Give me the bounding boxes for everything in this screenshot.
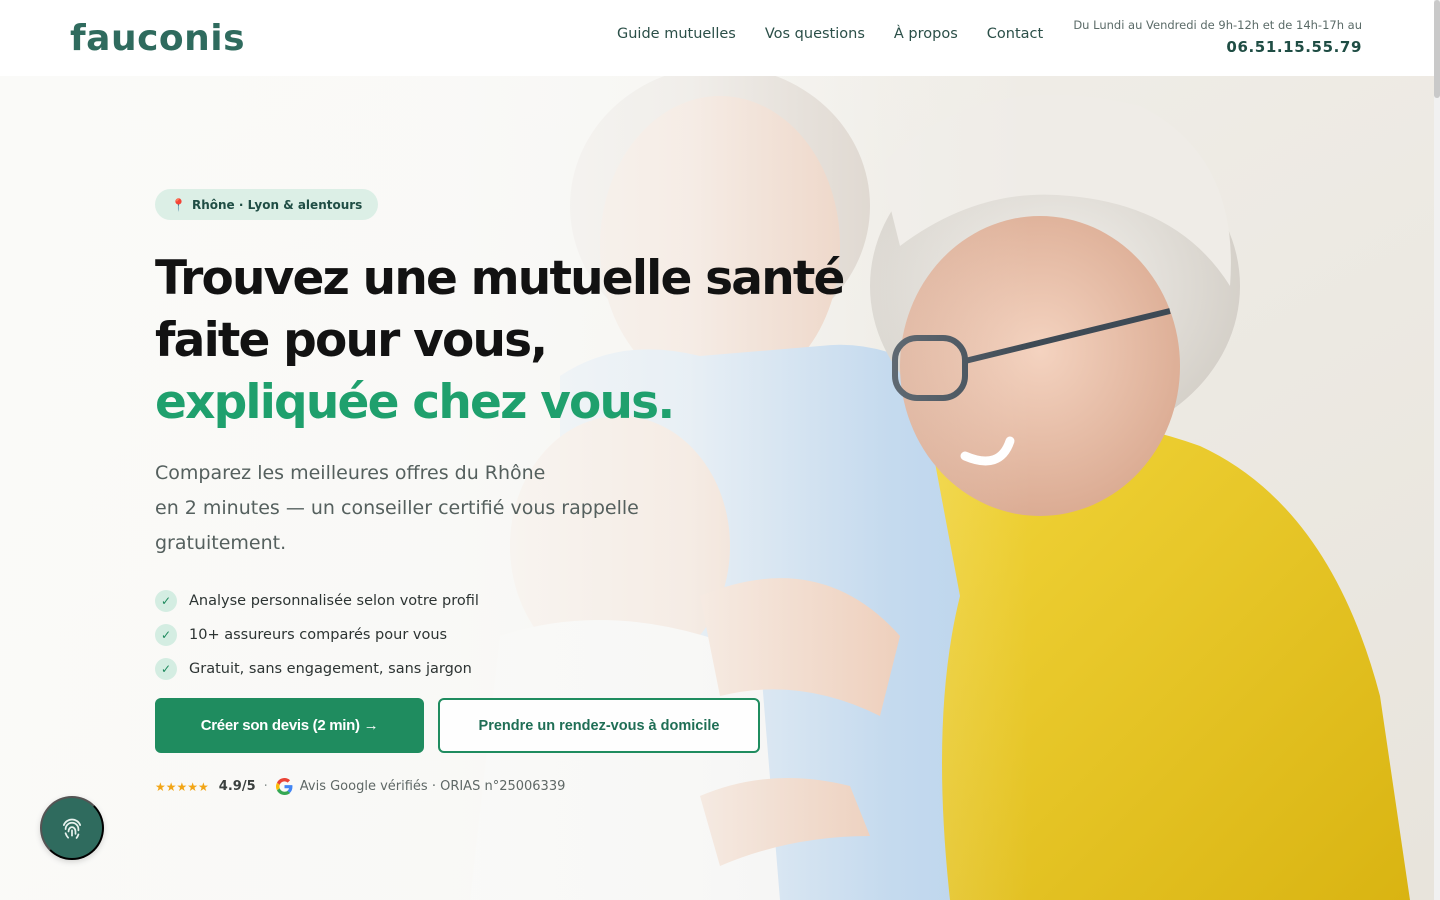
rating-separator: · xyxy=(263,779,268,794)
location-pin-icon: 📍 xyxy=(171,197,186,212)
hero-title-line-3: expliquée chez vous. xyxy=(155,375,675,430)
benefit-item: ✓ Gratuit, sans engagement, sans jargon xyxy=(155,652,479,686)
opening-hours: Du Lundi au Vendredi de 9h-12h et de 14h… xyxy=(1073,18,1362,32)
check-icon: ✓ xyxy=(155,658,177,680)
nav-item-guide-mutuelles[interactable]: Guide mutuelles xyxy=(617,26,736,42)
location-badge: 📍 Rhône · Lyon & alentours xyxy=(155,189,379,220)
check-icon: ✓ xyxy=(155,624,177,646)
nav-item-contact[interactable]: Contact xyxy=(987,26,1043,42)
hero-lead: Comparez les meilleures offres du Rhône … xyxy=(155,456,675,561)
main-nav: Guide mutuelles Vos questions À propos C… xyxy=(617,26,1072,42)
logo-text: fauconis xyxy=(70,17,246,59)
rating-bar: ★★★★★ 4.9/5 · Avis Google vérifiés · ORI… xyxy=(155,778,565,795)
location-badge-label: Rhône · Lyon & alentours xyxy=(191,197,363,212)
fingerprint-icon xyxy=(62,818,82,839)
google-icon xyxy=(275,778,293,795)
hero-lead-line-3: gratuitement. xyxy=(155,532,287,554)
benefit-item: ✓ 10+ assureurs comparés pour vous xyxy=(155,618,479,652)
scrollbar-thumb[interactable] xyxy=(1434,0,1440,98)
site-header: fauconis Guide mutuelles Vos questions À… xyxy=(0,0,1440,76)
check-icon: ✓ xyxy=(155,590,177,612)
rating-source: Avis Google vérifiés · ORIAS n°25006339 xyxy=(299,779,566,794)
logo[interactable]: fauconis xyxy=(70,17,246,59)
hero-section: 📍 Rhône · Lyon & alentours Trouvez une m… xyxy=(0,76,1434,900)
nav-item-vos-questions[interactable]: Vos questions xyxy=(765,26,865,42)
create-quote-button[interactable]: Créer son devis (2 min) → xyxy=(155,698,424,753)
benefit-label: Gratuit, sans engagement, sans jargon xyxy=(189,661,472,677)
hero-title-line-2: faite pour vous, xyxy=(155,313,548,368)
nav-item-a-propos[interactable]: À propos xyxy=(894,26,958,42)
rating-score: 4.9/5 xyxy=(218,779,256,794)
hero-lead-line-2: en 2 minutes — un conseiller certifié vo… xyxy=(155,497,639,519)
benefit-list: ✓ Analyse personnalisée selon votre prof… xyxy=(155,584,479,686)
hero-title-line-1: Trouvez une mutuelle santé xyxy=(155,251,845,306)
rating-stars: ★★★★★ xyxy=(155,779,209,794)
home-appointment-button[interactable]: Prendre un rendez-vous à domicile xyxy=(438,698,760,753)
benefit-label: 10+ assureurs comparés pour vous xyxy=(189,627,448,643)
scrollbar[interactable] xyxy=(1434,0,1440,900)
phone-link[interactable]: 06.51.15.55.79 xyxy=(1226,38,1362,56)
hero-title: Trouvez une mutuelle santé faite pour vo… xyxy=(155,248,915,434)
benefit-label: Analyse personnalisée selon votre profil xyxy=(189,593,479,609)
benefit-item: ✓ Analyse personnalisée selon votre prof… xyxy=(155,584,479,618)
fingerprint-button[interactable] xyxy=(40,796,104,860)
hero-lead-line-1: Comparez les meilleures offres du Rhône xyxy=(155,462,546,484)
